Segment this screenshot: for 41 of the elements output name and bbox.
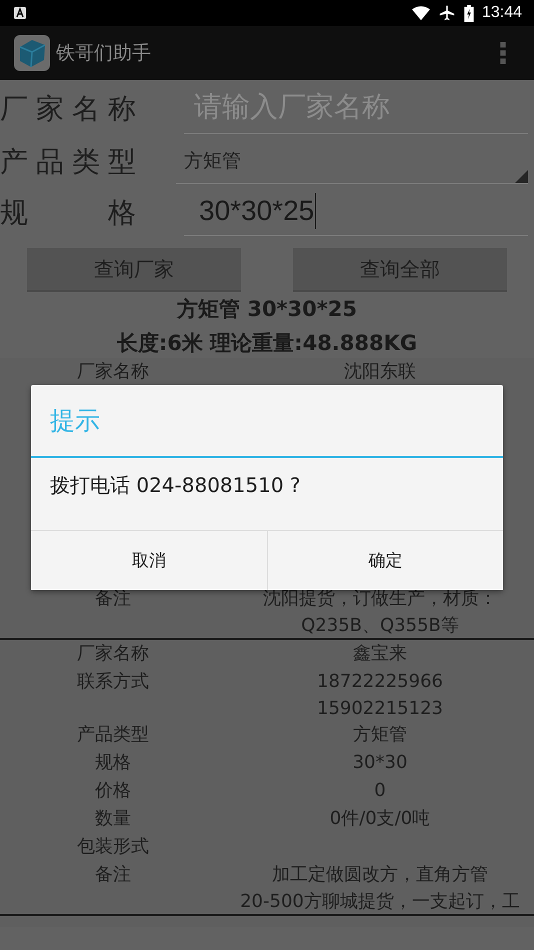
input-field[interactable]: 30*30*25 — [184, 186, 528, 236]
cube-icon — [14, 35, 50, 71]
record-label: 厂家名称 — [76, 360, 150, 384]
dropdown-triangle-icon — [515, 170, 528, 183]
field-label: 产品类型 — [0, 144, 136, 180]
record-label: 规格 — [94, 751, 132, 775]
record-value: 加工定做圆改方，直角方管 — [272, 863, 488, 887]
record-label: 备注 — [94, 863, 132, 887]
record-value: 沈阳东联 — [344, 360, 416, 384]
record-label: 厂家名称 — [76, 642, 150, 666]
record-label: 数量 — [94, 807, 132, 831]
field-label: 厂家名称 — [0, 91, 136, 127]
wifi-icon — [412, 5, 430, 21]
record-value: Q235B、Q355B等 — [301, 614, 459, 638]
record-label: 备注 — [94, 587, 132, 611]
dialog-title: 提示 — [49, 405, 101, 437]
record-value: 20-500方聊城提货，一支起订，工 — [240, 890, 520, 914]
airplane-icon — [438, 5, 456, 21]
record-label: 包装形式 — [76, 835, 150, 859]
record-value: 沈阳提货，订做生产，材质： — [263, 587, 497, 611]
notification-icon — [14, 7, 26, 19]
field-label: 规 格 — [0, 195, 136, 231]
battery-icon — [464, 4, 474, 22]
record-label: 联系方式 — [76, 670, 150, 694]
record-value: 方矩管 — [353, 723, 407, 747]
app-title: 铁哥们助手 — [56, 41, 152, 66]
record-value: 0 — [374, 779, 386, 803]
record-value: 鑫宝来 — [353, 642, 407, 666]
summary-text: 方矩管 30*30*25 — [176, 296, 358, 323]
status-time: 13:44 — [482, 4, 522, 22]
record-value: 0件/0支/0吨 — [330, 807, 430, 831]
overflow-menu-icon[interactable] — [500, 42, 506, 64]
summary-text: 长度:6米 理论重量:48.888KG — [116, 330, 418, 357]
record-label: 价格 — [94, 779, 132, 803]
record-value: 30*30 — [352, 751, 408, 775]
record-label: 产品类型 — [76, 723, 150, 747]
dialog-button[interactable]: 取消 — [31, 531, 266, 590]
record-value: 15902215123 — [317, 697, 443, 721]
record-value: 18722225966 — [317, 670, 443, 694]
dialog-button[interactable]: 确定 — [266, 531, 503, 590]
dialog-message: 拨打电话 024-88081510 ? — [49, 472, 302, 499]
